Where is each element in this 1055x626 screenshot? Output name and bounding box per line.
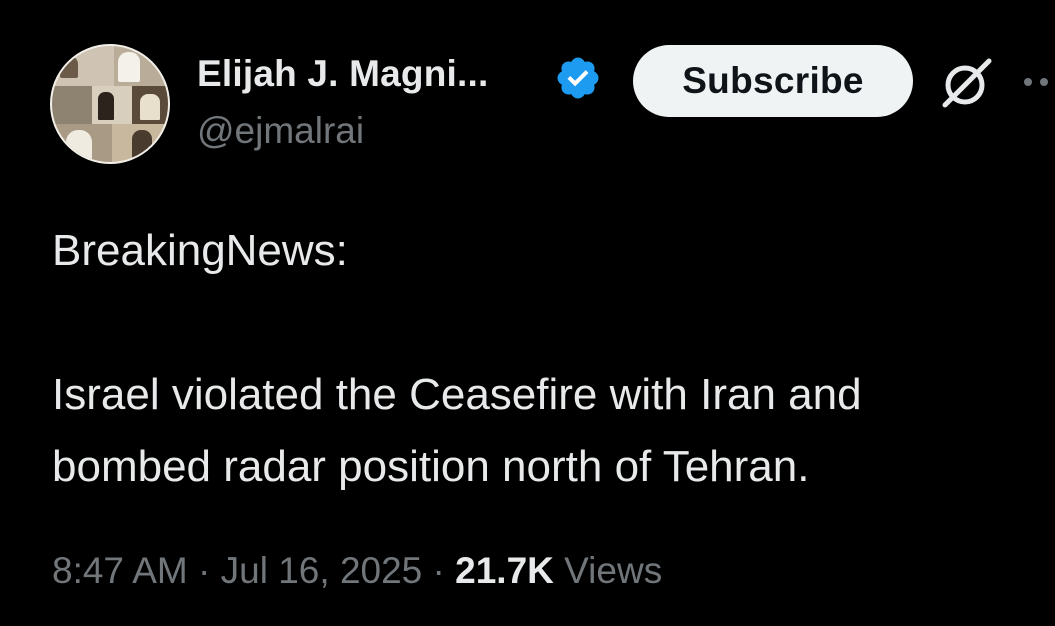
tweet-line-body-1: Israel violated the Ceasefire with Iran … xyxy=(52,370,862,419)
meta-separator: · xyxy=(198,550,211,591)
tweet-line-heading: BreakingNews: xyxy=(52,226,348,275)
author-name[interactable]: Elijah J. Magni... xyxy=(197,53,488,95)
tweet-date[interactable]: Jul 16, 2025 xyxy=(221,550,423,591)
tweet-time[interactable]: 8:47 AM xyxy=(52,550,188,591)
tweet-text: BreakingNews: Israel violated the Ceasef… xyxy=(52,215,1032,503)
tweet-card: Elijah J. Magni... @ejmalrai Subscribe B… xyxy=(0,0,1055,626)
views-count: 21.7K xyxy=(455,550,554,591)
tweet-line-body-2: bombed radar position north of Tehran. xyxy=(52,442,810,491)
verified-badge-icon xyxy=(557,57,599,99)
tweet-meta: 8:47 AM · Jul 16, 2025 · 21.7K Views xyxy=(52,550,662,592)
author-handle[interactable]: @ejmalrai xyxy=(197,110,364,152)
grok-icon[interactable] xyxy=(937,55,997,111)
meta-separator: · xyxy=(432,550,445,591)
more-icon[interactable] xyxy=(1020,72,1055,92)
author-avatar[interactable] xyxy=(50,44,170,164)
subscribe-button[interactable]: Subscribe xyxy=(633,45,913,117)
views-label: Views xyxy=(564,550,663,591)
